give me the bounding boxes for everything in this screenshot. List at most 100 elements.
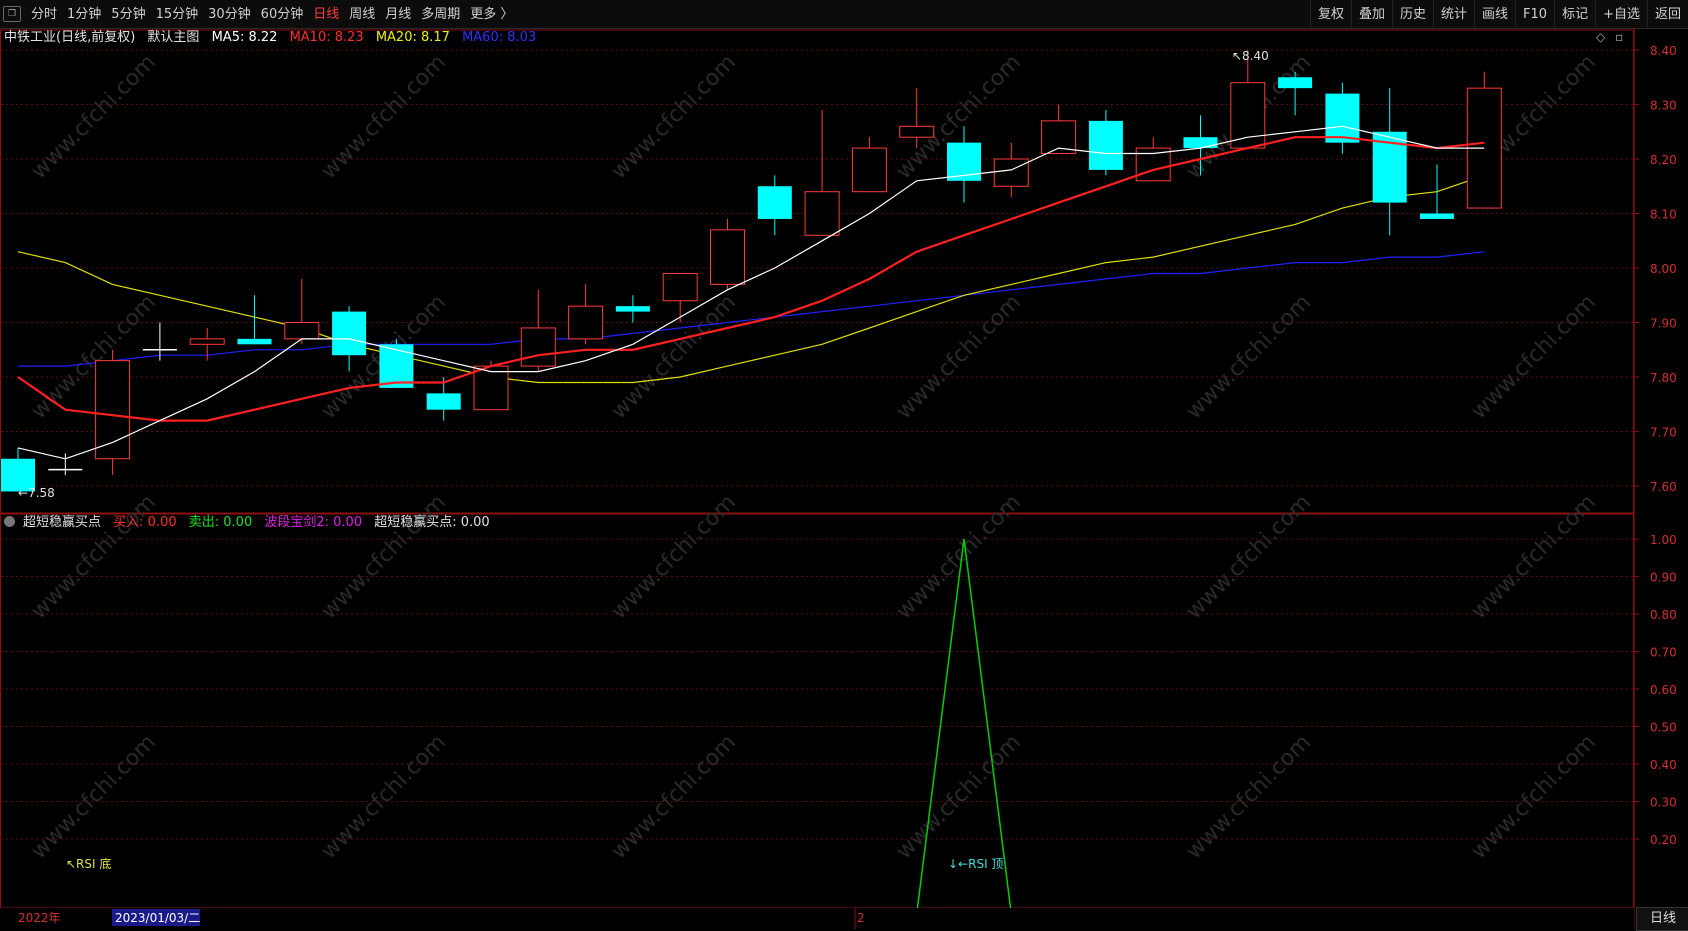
indicator-tick-label: 0.60 bbox=[1650, 683, 1677, 697]
watermark-text: www.cfchi.com bbox=[1467, 730, 1601, 864]
indicator-panel-frame bbox=[0, 513, 1634, 909]
price-tick-label: 7.80 bbox=[1650, 371, 1677, 385]
watermark-text: www.cfchi.com bbox=[27, 730, 161, 864]
watermark-text: www.cfchi.com bbox=[1182, 290, 1316, 424]
price-tick-label: 7.60 bbox=[1650, 480, 1677, 494]
indicator-settings-icon[interactable] bbox=[4, 516, 15, 527]
chart-template-label[interactable]: 默认主图 bbox=[147, 30, 199, 45]
candle bbox=[520, 289, 556, 372]
watermark-text: www.cfchi.com bbox=[1182, 490, 1316, 624]
square-icon[interactable]: ▫ bbox=[1615, 30, 1623, 44]
watermark-text: www.cfchi.com bbox=[1467, 290, 1601, 424]
candle-body-up bbox=[710, 229, 745, 285]
ma60-value: MA60: 8.03 bbox=[462, 30, 537, 45]
candle bbox=[1041, 104, 1077, 155]
watermark-text: www.cfchi.com bbox=[317, 50, 451, 184]
indicator-tick-label: 1.00 bbox=[1650, 533, 1677, 547]
price-tick-label: 8.00 bbox=[1650, 262, 1677, 276]
indicator-name[interactable]: 超短稳赢买点 bbox=[23, 515, 101, 530]
price-tick-label: 8.30 bbox=[1650, 99, 1677, 113]
candle bbox=[804, 109, 840, 236]
candle bbox=[851, 137, 887, 193]
watermark-text: www.cfchi.com bbox=[607, 730, 741, 864]
indicator-tick-label: 0.90 bbox=[1650, 571, 1677, 585]
indicator-buy: 买入: 0.00 bbox=[113, 515, 177, 530]
watermark-text: www.cfchi.com bbox=[892, 730, 1026, 864]
low-price-label: ←7.58 bbox=[18, 486, 55, 500]
candle-body-up bbox=[284, 322, 320, 340]
indicator-point: 超短稳赢买点: 0.00 bbox=[374, 515, 490, 530]
timeline-bar bbox=[0, 908, 1634, 929]
ma5-value: MA5: 8.22 bbox=[211, 30, 278, 45]
watermark-text: www.cfchi.com bbox=[27, 50, 161, 184]
watermark-text: www.cfchi.com bbox=[317, 490, 451, 624]
indicator-tick-label: 0.20 bbox=[1650, 833, 1677, 847]
watermark-text: www.cfchi.com bbox=[1467, 490, 1601, 624]
candle-body-down bbox=[615, 306, 650, 312]
candle-body-down bbox=[379, 344, 414, 388]
candle-body-down bbox=[1278, 77, 1313, 89]
watermark-text: www.cfchi.com bbox=[317, 730, 451, 864]
indicator-sword: 波段宝剑2: 0.00 bbox=[264, 515, 363, 530]
bottom-period-tab[interactable]: 日线 bbox=[1636, 907, 1688, 931]
watermark-text: www.cfchi.com bbox=[27, 490, 161, 624]
candle-body-down bbox=[1420, 213, 1454, 219]
price-tick-label: 7.90 bbox=[1650, 317, 1677, 331]
stock-title[interactable]: 中铁工业(日线,前复权) bbox=[4, 30, 135, 45]
chart-corner-controls: ◇ ▫ bbox=[1596, 30, 1623, 44]
indicator-tick-label: 0.50 bbox=[1650, 721, 1677, 735]
candle-body-up bbox=[1230, 82, 1266, 149]
price-tick-label: 7.70 bbox=[1650, 426, 1677, 440]
candle bbox=[95, 349, 131, 476]
candle bbox=[615, 295, 650, 323]
candle bbox=[473, 360, 509, 411]
price-tick-label: 8.10 bbox=[1650, 208, 1677, 222]
candle-body-down bbox=[426, 393, 461, 410]
indicator-tick-label: 0.40 bbox=[1650, 758, 1677, 772]
candle-body-down bbox=[237, 338, 272, 345]
main-chart-legend: 中铁工业(日线,前复权) 默认主图 MA5: 8.22 MA10: 8.23 M… bbox=[4, 29, 544, 47]
diamond-icon[interactable]: ◇ bbox=[1596, 30, 1605, 44]
ma5-line bbox=[17, 125, 1485, 460]
price-tick-label: 8.20 bbox=[1650, 153, 1677, 167]
candle-body-up bbox=[520, 327, 556, 367]
main-panel-frame bbox=[0, 29, 1634, 514]
price-tick-label: 8.40 bbox=[1650, 44, 1677, 58]
rsi-top-label: ↓←RSI 顶 bbox=[948, 857, 1003, 871]
candle-body-up bbox=[95, 360, 131, 460]
chart-canvas: www.cfchi.com www.cfchi.com www.cfchi.com w… bbox=[0, 28, 1677, 929]
candle-body-down bbox=[1088, 120, 1123, 170]
candle bbox=[1088, 109, 1123, 176]
candle-body-up bbox=[993, 158, 1029, 187]
watermark-text: www.cfchi.com bbox=[892, 290, 1026, 424]
candle bbox=[379, 338, 414, 388]
candle-body-up bbox=[899, 125, 935, 138]
year-label: 2022年 bbox=[18, 911, 61, 925]
candle bbox=[284, 278, 320, 345]
candle-body-up bbox=[189, 338, 225, 345]
candle bbox=[757, 175, 792, 236]
watermark-text: www.cfchi.com bbox=[892, 490, 1026, 624]
candle bbox=[1230, 50, 1266, 149]
candle-body-up bbox=[473, 365, 509, 411]
ma20-value: MA20: 8.17 bbox=[375, 30, 450, 45]
candle-body-up bbox=[568, 305, 604, 340]
candle-body-down bbox=[1183, 137, 1218, 149]
month-label: 2 bbox=[857, 911, 865, 925]
high-price-label: ↖8.40 bbox=[1232, 49, 1269, 63]
indicator-tick-label: 0.70 bbox=[1650, 646, 1677, 660]
candle bbox=[1466, 71, 1502, 209]
candle bbox=[1, 447, 35, 492]
ma10-value: MA10: 8.23 bbox=[289, 30, 364, 45]
candle bbox=[662, 272, 698, 323]
candle bbox=[1420, 164, 1454, 219]
rsi-bottom-label: ↖RSI 底 bbox=[66, 856, 111, 871]
watermark-text: www.cfchi.com bbox=[1182, 730, 1316, 864]
indicator-sell: 卖出: 0.00 bbox=[188, 515, 253, 530]
candle-body-up bbox=[662, 272, 698, 302]
indicator-tick-label: 0.30 bbox=[1650, 796, 1677, 810]
candle-body-up bbox=[851, 147, 887, 193]
candle-body-down bbox=[757, 186, 792, 219]
candle bbox=[710, 218, 745, 290]
candle-body-up bbox=[804, 191, 840, 236]
